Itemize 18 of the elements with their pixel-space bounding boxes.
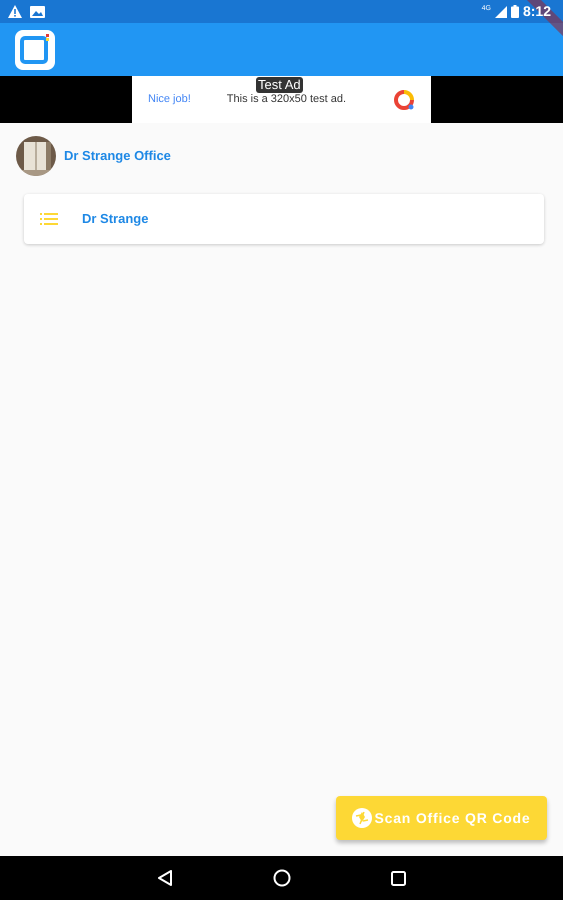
office-name: Dr Strange Office — [64, 147, 171, 166]
warning-icon — [8, 5, 22, 18]
clock-time: 8:12 — [522, 2, 551, 21]
image-icon — [30, 6, 45, 18]
list-item-card[interactable]: Dr Strange — [24, 194, 544, 244]
ad-text: This is a 320x50 test ad. — [226, 92, 346, 108]
item-title: Dr Strange — [82, 210, 148, 228]
recents-icon[interactable] — [391, 870, 406, 886]
battery-icon — [510, 5, 519, 18]
ad-logo-icon — [393, 88, 415, 110]
app-logo-icon — [15, 30, 55, 70]
ad-label: Test Ad — [256, 77, 303, 93]
home-icon[interactable] — [273, 869, 291, 887]
signal-icon — [494, 6, 507, 18]
back-icon[interactable] — [157, 870, 173, 886]
list-icon — [40, 213, 58, 225]
ad-headline[interactable]: Nice job! — [148, 91, 191, 108]
ad-banner[interactable]: Test Ad Nice job! This is a 320x50 test ad. — [132, 76, 431, 123]
